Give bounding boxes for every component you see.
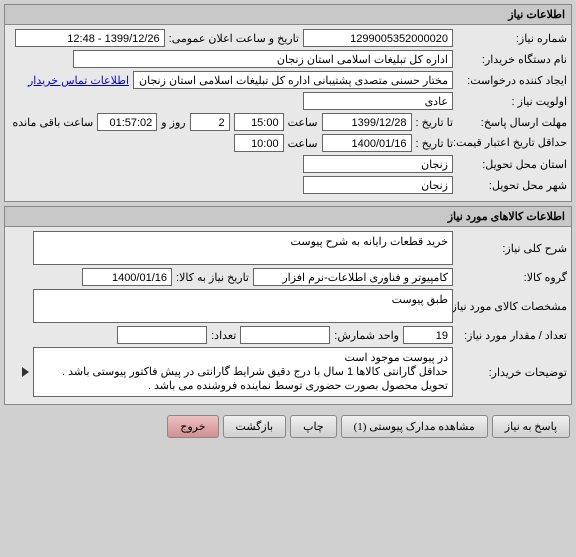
count-label: تعداد: [211,329,236,342]
buyer-org-label: نام دستگاه خریدار: [457,53,567,66]
need-date-field: 1400/01/16 [82,268,172,286]
announce-field: 1399/12/26 - 12:48 [15,29,165,47]
need-date-label: تاریخ نیاز به کالا: [176,271,249,284]
priority-field: عادی [303,92,453,110]
province-label: استان محل تحویل: [457,158,567,171]
group-field: کامپیوتر و فناوری اطلاعات-نرم افزار [253,268,453,286]
time-label-2: ساعت [288,137,318,150]
creator-field: مختار حسنی متصدی پشتیبانی اداره کل تبلیغ… [133,71,453,89]
days-remain-field: 2 [190,113,230,131]
desc-label: شرح کلی نیاز: [457,242,567,255]
print-button[interactable]: چاپ [290,415,337,438]
group-label: گروه کالا: [457,271,567,284]
time-label-1: ساعت [288,116,318,129]
province-field: زنجان [303,155,453,173]
creator-label: ایجاد کننده درخواست: [457,74,567,87]
announce-label: تاریخ و ساعت اعلان عمومی: [169,32,299,45]
remain-label: ساعت باقی مانده [13,116,94,129]
panel2-body: شرح کلی نیاز: خرید قطعات رایانه به شرح پ… [5,227,571,404]
req-no-label: شماره نیاز: [457,32,567,45]
min-valid-time-field: 10:00 [234,134,284,152]
min-valid-label: حداقل تاریخ اعتبار قیمت: [457,137,567,149]
count-field [117,326,207,344]
panel2-header: اطلاعات کالاهای مورد نیاز [5,207,571,227]
desc-field: خرید قطعات رایانه به شرح پیوست [33,231,453,265]
need-info-panel: اطلاعات نیاز شماره نیاز: 129900535200002… [4,4,572,202]
qty-label: تعداد / مقدار مورد نیاز: [457,329,567,342]
city-label: شهر محل تحویل: [457,179,567,192]
deadline-time-field: 15:00 [234,113,284,131]
days-label: روز و [161,116,185,129]
panel1-header: اطلاعات نیاز [5,5,571,25]
exit-button[interactable]: خروج [167,415,218,438]
city-field: زنجان [303,176,453,194]
goods-info-panel: اطلاعات کالاهای مورد نیاز شرح کلی نیاز: … [4,206,572,405]
contact-link[interactable]: اطلاعات تماس خریدار [28,74,129,87]
spec-field: طبق پیوست [33,289,453,323]
min-valid-until: تا تاریخ : [416,137,453,150]
deadline-label: مهلت ارسال پاسخ: [457,116,567,129]
notes-field: در پیوست موجود است حداقل گارانتی کالاها … [33,347,453,397]
qty-field: 19 [403,326,453,344]
scroll-arrow-icon[interactable] [22,367,29,377]
priority-label: اولویت نیاز : [457,95,567,108]
notes-label: توضیحات خریدار: [457,366,567,379]
respond-button[interactable]: پاسخ به نیاز [492,415,570,438]
panel1-body: شماره نیاز: 1299005352000020 تاریخ و ساع… [5,25,571,201]
time-remain-field: 01:57:02 [97,113,157,131]
min-valid-date-field: 1400/01/16 [322,134,412,152]
button-bar: پاسخ به نیاز مشاهده مدارک پیوستی (1) چاپ… [0,409,576,444]
buyer-org-field: اداره کل تبلیغات اسلامی استان زنجان [73,50,453,68]
until-label: تا تاریخ : [416,116,453,129]
attachments-button[interactable]: مشاهده مدارک پیوستی (1) [341,415,488,438]
req-no-field: 1299005352000020 [303,29,453,47]
unit-label: واحد شمارش: [334,329,399,342]
deadline-date-field: 1399/12/28 [322,113,412,131]
spec-label: مشخصات کالای مورد نیاز: [457,300,567,313]
back-button[interactable]: بازگشت [223,415,287,438]
unit-field [240,326,330,344]
